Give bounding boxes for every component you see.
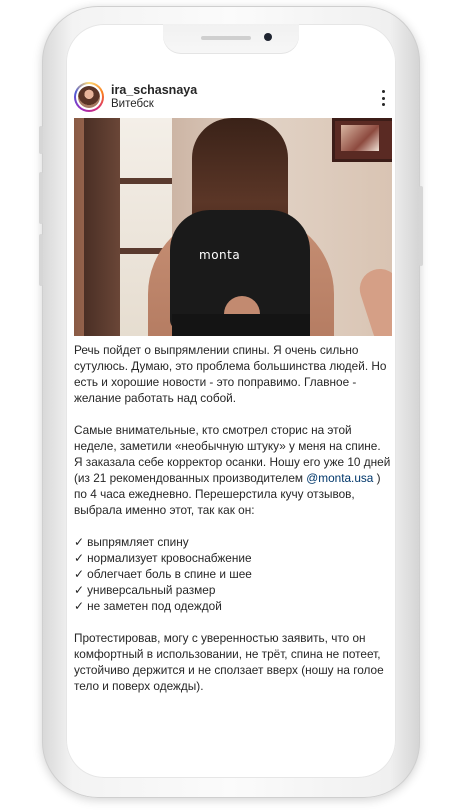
benefits-list: ✓ выпрямляет спину ✓ нормализует кровосн…	[74, 534, 392, 614]
list-item: ✓ не заметен под одеждой	[74, 599, 222, 613]
phone-screen: ira_schasnaya Витебск monta Речь пойдет …	[66, 24, 396, 778]
speaker-grille	[201, 36, 251, 40]
image-door-frame	[84, 118, 120, 336]
image-brand-text: monta	[199, 248, 241, 262]
post-caption: Речь пойдет о выпрямлении спины. Я очень…	[74, 342, 392, 710]
list-item: ✓ нормализует кровоснабжение	[74, 551, 252, 565]
caption-paragraph: Протестировав, могу с уверенностью заяви…	[74, 631, 384, 693]
mention-link[interactable]: @monta.usa	[306, 471, 373, 485]
post-header: ira_schasnaya Витебск	[74, 80, 392, 120]
image-brace-band	[172, 314, 310, 336]
power-button	[419, 186, 423, 266]
image-wall-picture	[332, 118, 392, 162]
list-item: ✓ универсальный размер	[74, 583, 216, 597]
volume-up-button	[39, 172, 43, 224]
volume-down-button	[39, 234, 43, 286]
avatar-ring-inner	[76, 84, 102, 110]
image-door-bar	[120, 178, 172, 184]
mute-switch	[39, 126, 43, 154]
list-item: ✓ облегчает боль в спине и шее	[74, 567, 252, 581]
post-image[interactable]: monta	[74, 118, 392, 336]
username[interactable]: ira_schasnaya	[111, 83, 197, 97]
avatar[interactable]	[74, 82, 104, 112]
caption-paragraph: Речь пойдет о выпрямлении спины. Я очень…	[74, 343, 387, 405]
caption-paragraph: Самые внимательные, кто смотрел сторис н…	[74, 422, 392, 518]
avatar-photo	[78, 86, 100, 108]
phone-frame: ira_schasnaya Витебск monta Речь пойдет …	[39, 6, 423, 798]
location[interactable]: Витебск	[111, 98, 154, 110]
notch	[163, 24, 299, 54]
list-item: ✓ выпрямляет спину	[74, 535, 189, 549]
front-camera	[264, 33, 272, 41]
more-vertical-icon[interactable]	[382, 90, 386, 106]
